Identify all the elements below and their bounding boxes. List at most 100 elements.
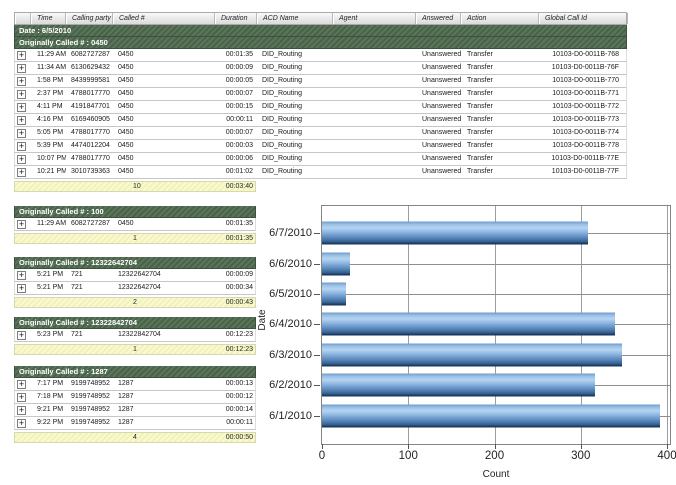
summary-spacer xyxy=(15,345,113,354)
cell-time: 2:37 PM xyxy=(31,88,66,100)
column-header-time[interactable]: Time xyxy=(31,13,66,24)
expand-row-button[interactable]: + xyxy=(17,380,26,389)
cell-time: 9:22 PM xyxy=(31,417,66,429)
cell-agent xyxy=(333,88,416,100)
column-header-global-call-id[interactable]: Global Call Id xyxy=(539,13,628,24)
cell-expand: + xyxy=(15,88,31,100)
group-header: Originally Called # : 100 xyxy=(14,206,256,218)
expand-row-button[interactable]: + xyxy=(17,220,26,229)
x-tick-label: 400 xyxy=(647,450,676,462)
cell-global_id: 10103-D0-0011B-768 xyxy=(539,49,628,61)
expand-row-button[interactable]: + xyxy=(17,419,26,428)
column-header-action[interactable]: Action xyxy=(461,13,539,24)
column-header-calling-party-[interactable]: Calling party # xyxy=(66,13,113,24)
cell-called: 0450 xyxy=(113,153,215,165)
y-tick-label: 6/4/2010 xyxy=(269,318,312,330)
main-group-rows: +11:29 AM6082727287045000:01:35DID_Routi… xyxy=(14,49,627,179)
call-row[interactable]: +5:21 PM7211232264270400:00:34 xyxy=(14,282,256,295)
cell-time: 4:16 PM xyxy=(31,114,66,126)
column-header-called-[interactable]: Called # xyxy=(113,13,215,24)
call-row[interactable]: +5:05 PM4788017770045000:00:07DID_Routin… xyxy=(14,127,627,140)
call-row[interactable]: +11:29 AM6082727287045000:01:35DID_Routi… xyxy=(14,49,627,62)
cell-expand: + xyxy=(15,329,31,341)
group-header-0450: Originally Called # : 0450 xyxy=(14,37,627,49)
call-row[interactable]: +4:11 PM4191847701045000:00:15DID_Routin… xyxy=(14,101,627,114)
expand-row-button[interactable]: + xyxy=(17,284,26,293)
expand-row-button[interactable]: + xyxy=(17,271,26,280)
cell-acd: DID_Routing xyxy=(257,153,333,165)
cell-expand: + xyxy=(15,218,31,230)
table-header-row: TimeCalling party #Called #DurationACD N… xyxy=(14,12,627,25)
expand-row-button[interactable]: + xyxy=(17,168,26,177)
cell-expand: + xyxy=(15,101,31,113)
column-header-duration[interactable]: Duration xyxy=(215,13,257,24)
expand-row-button[interactable]: + xyxy=(17,142,26,151)
group-table: Originally Called # : 12322642704+5:21 P… xyxy=(14,257,256,308)
call-row[interactable]: +4:16 PM6169460905045000:00:11DID_Routin… xyxy=(14,114,627,127)
x-tick-mark xyxy=(581,444,582,449)
cell-action: Transfer xyxy=(461,88,539,100)
x-tick-mark xyxy=(667,444,668,449)
call-row[interactable]: +5:39 PM4474012204045000:00:03DID_Routin… xyxy=(14,140,627,153)
group-table: Originally Called # : 1287+7:17 PM919974… xyxy=(14,366,256,443)
chart-category-row: 6/5/2010 xyxy=(322,279,670,309)
chart-bar xyxy=(322,343,622,366)
call-row[interactable]: +9:21 PM9199748952128700:00:14 xyxy=(14,404,256,417)
date-group-header: Date : 6/5/2010 xyxy=(14,25,627,37)
cell-acd: DID_Routing xyxy=(257,75,333,87)
expand-row-button[interactable]: + xyxy=(17,90,26,99)
cell-called: 12322642704 xyxy=(113,269,215,281)
call-row[interactable]: +9:22 PM9199748952128700:00:11 xyxy=(14,417,256,430)
cell-called: 0450 xyxy=(113,88,215,100)
column-header-agent[interactable]: Agent xyxy=(333,13,416,24)
group-header: Originally Called # : 1287 xyxy=(14,366,256,378)
chart-category-row: 6/1/2010 xyxy=(322,401,670,431)
call-row[interactable]: +5:23 PM7211232284270400:12:23 xyxy=(14,329,256,342)
group-summary-row: 400:00:50 xyxy=(14,432,256,443)
column-header-acd-name[interactable]: ACD Name xyxy=(257,13,333,24)
expand-row-button[interactable]: + xyxy=(17,393,26,402)
expand-row-button[interactable]: + xyxy=(17,116,26,125)
call-row[interactable]: +7:17 PM9199748952128700:00:13 xyxy=(14,378,256,391)
column-header-answered[interactable]: Answered xyxy=(416,13,461,24)
expand-row-button[interactable]: + xyxy=(17,155,26,164)
group-header: Originally Called # : 12322842704 xyxy=(14,317,256,329)
expand-row-button[interactable]: + xyxy=(17,64,26,73)
cell-duration: 00:01:02 xyxy=(215,166,257,178)
call-row[interactable]: +10:21 PM3010739363045000:01:02DID_Routi… xyxy=(14,166,627,179)
cell-action: Transfer xyxy=(461,62,539,74)
x-tick-label: 100 xyxy=(388,450,429,462)
column-header-expand[interactable] xyxy=(15,13,31,24)
cell-called: 1287 xyxy=(113,378,215,390)
cell-acd: DID_Routing xyxy=(257,101,333,113)
cell-answered: Unanswered xyxy=(416,88,461,100)
chart-category-row: 6/6/2010 xyxy=(322,248,670,278)
expand-row-button[interactable]: + xyxy=(17,331,26,340)
cell-action: Transfer xyxy=(461,49,539,61)
cell-time: 11:29 AM xyxy=(31,49,66,61)
cell-duration: 00:00:11 xyxy=(215,114,257,126)
expand-row-button[interactable]: + xyxy=(17,77,26,86)
cell-expand: + xyxy=(15,62,31,74)
call-row[interactable]: +11:34 AM6130629432045000:00:09DID_Routi… xyxy=(14,62,627,75)
call-row[interactable]: +1:58 PM8439999581045000:00:05DID_Routin… xyxy=(14,75,627,88)
call-row[interactable]: +7:18 PM9199748952128700:00:12 xyxy=(14,391,256,404)
y-tick-mark xyxy=(314,324,320,325)
chart-bar xyxy=(322,404,660,427)
expand-row-button[interactable]: + xyxy=(17,406,26,415)
cell-agent xyxy=(333,101,416,113)
y-tick-label: 6/1/2010 xyxy=(269,410,312,422)
expand-row-button[interactable]: + xyxy=(17,51,26,60)
cell-acd: DID_Routing xyxy=(257,114,333,126)
expand-row-button[interactable]: + xyxy=(17,129,26,138)
summary-spacer xyxy=(15,433,113,442)
cell-called: 0450 xyxy=(113,75,215,87)
expand-row-button[interactable]: + xyxy=(17,103,26,112)
call-row[interactable]: +2:37 PM4788017770045000:00:07DID_Routin… xyxy=(14,88,627,101)
cell-action: Transfer xyxy=(461,166,539,178)
call-row[interactable]: +11:29 AM6082727287045000:01:35 xyxy=(14,218,256,231)
call-row[interactable]: +5:21 PM7211232264270400:00:09 xyxy=(14,269,256,282)
cell-called: 0450 xyxy=(113,62,215,74)
cell-agent xyxy=(333,127,416,139)
call-row[interactable]: +10:07 PM4788017770045000:00:06DID_Routi… xyxy=(14,153,627,166)
